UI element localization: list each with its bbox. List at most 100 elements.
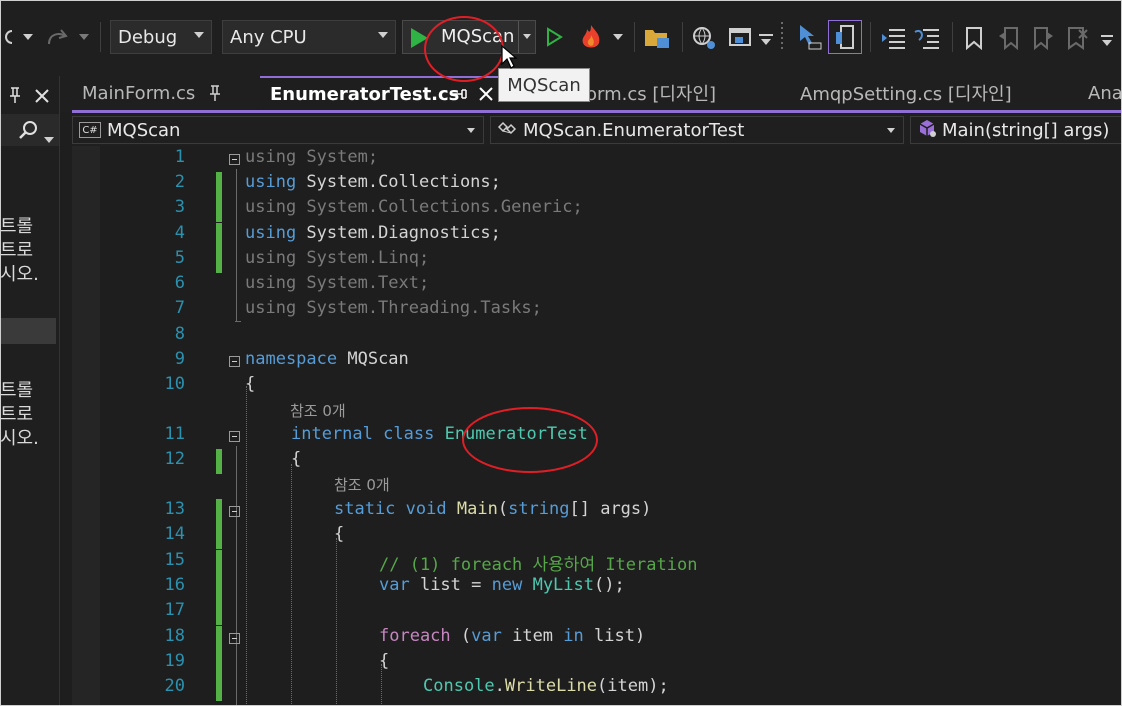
code-line[interactable]: 1 using System; bbox=[72, 147, 1122, 172]
line-number: 8 bbox=[174, 324, 185, 344]
code-line[interactable]: 7 using System.Threading.Tasks; bbox=[72, 298, 1122, 323]
run-dropdown-icon[interactable] bbox=[523, 34, 531, 39]
redo-icon[interactable] bbox=[44, 24, 70, 50]
tab-enumeratortest[interactable]: EnumeratorTest.cs bbox=[260, 76, 500, 110]
pin-icon[interactable] bbox=[8, 86, 22, 109]
code-line[interactable]: 6 using System.Text; bbox=[72, 273, 1122, 298]
window-layout-icon[interactable] bbox=[726, 24, 754, 52]
close-icon[interactable] bbox=[34, 88, 50, 109]
configuration-dropdown[interactable]: Debug bbox=[110, 20, 212, 54]
type-dropdown[interactable]: MQScan.EnumeratorTest bbox=[490, 116, 904, 144]
code-editor[interactable]: 1 using System; 2 using System.Collectio… bbox=[72, 146, 1122, 706]
hot-reload-dropdown-icon[interactable] bbox=[612, 32, 624, 42]
line-number: 13 bbox=[164, 499, 185, 519]
navigation-bar: C# MQScan MQScan.EnumeratorTest Main(str… bbox=[72, 114, 1122, 146]
start-without-debug-icon[interactable] bbox=[544, 26, 564, 48]
reference-count-label[interactable]: 참조 0개 bbox=[290, 400, 346, 421]
member-dropdown[interactable]: Main(string[] args) bbox=[910, 116, 1122, 144]
class-icon bbox=[497, 119, 517, 142]
more-icon[interactable] bbox=[758, 32, 774, 48]
close-icon[interactable] bbox=[478, 86, 494, 107]
browser-link-icon[interactable] bbox=[690, 24, 718, 52]
line-number: 6 bbox=[174, 273, 185, 293]
code-line[interactable]: 12 { bbox=[72, 449, 1122, 474]
project-label: MQScan bbox=[107, 119, 181, 141]
previous-bookmark-icon[interactable] bbox=[996, 24, 1022, 52]
track-element-icon[interactable] bbox=[828, 20, 862, 54]
code-line[interactable]: 13 static void Main(string[] args) bbox=[72, 499, 1122, 524]
code-text: using System.Collections.Generic; bbox=[245, 197, 583, 217]
code-line[interactable]: 11 internal class EnumeratorTest bbox=[72, 424, 1122, 449]
line-number: 1 bbox=[174, 147, 185, 167]
change-marker bbox=[216, 550, 222, 575]
code-line[interactable]: 14 { bbox=[72, 524, 1122, 549]
code-line[interactable]: 9 namespace MQScan bbox=[72, 349, 1122, 374]
tab-label: orm.cs [디자인] bbox=[586, 84, 717, 105]
line-number: 18 bbox=[164, 626, 185, 646]
code-line[interactable]: 19 { bbox=[72, 651, 1122, 676]
undo-dropdown-icon[interactable] bbox=[22, 32, 34, 42]
chevron-down-icon bbox=[378, 32, 388, 38]
line-number: 11 bbox=[164, 424, 185, 444]
toolbox-panel: 트롤 트로 시오. 트롤 트로 시오. bbox=[0, 76, 60, 706]
folder-icon[interactable] bbox=[642, 24, 672, 52]
tab-ana[interactable]: Ana bbox=[1078, 76, 1122, 110]
collapse-icon[interactable] bbox=[229, 633, 240, 644]
bookmark-icon[interactable] bbox=[962, 24, 986, 52]
tab-label: AmqpSetting.cs [디자인] bbox=[800, 84, 1012, 105]
tab-label: EnumeratorTest.cs bbox=[270, 83, 460, 105]
collapse-icon[interactable] bbox=[229, 431, 240, 442]
code-text: { bbox=[245, 374, 256, 394]
code-line[interactable]: 2 using System.Collections; bbox=[72, 172, 1122, 197]
tab-mainform[interactable]: MainForm.cs bbox=[72, 76, 258, 110]
tab-amqpsetting-designer[interactable]: AmqpSetting.cs [디자인] bbox=[790, 76, 1078, 110]
code-text: using System.Collections; bbox=[245, 172, 501, 192]
collapse-icon[interactable] bbox=[229, 154, 240, 165]
pin-icon[interactable] bbox=[208, 84, 222, 107]
toolbar-grip[interactable] bbox=[780, 20, 786, 54]
code-line[interactable]: 20 Console.WriteLine(item); bbox=[72, 676, 1122, 701]
project-dropdown[interactable]: C# MQScan bbox=[72, 116, 484, 144]
panel-text: 트롤 bbox=[0, 380, 34, 401]
line-number: 2 bbox=[174, 172, 185, 192]
line-number: 9 bbox=[174, 349, 185, 369]
line-number: 19 bbox=[164, 651, 185, 671]
code-line[interactable]: 5 using System.Linq; bbox=[72, 248, 1122, 273]
code-text: using System.Threading.Tasks; bbox=[245, 298, 542, 318]
reference-count-label[interactable]: 참조 0개 bbox=[334, 474, 390, 495]
code-line[interactable]: 17 bbox=[72, 600, 1122, 625]
code-line[interactable]: 16 var list = new MyList(); bbox=[72, 575, 1122, 600]
comment-lines-icon[interactable] bbox=[880, 24, 908, 52]
select-element-icon[interactable] bbox=[796, 22, 824, 52]
chevron-down-icon bbox=[467, 128, 475, 133]
panel-selected-row[interactable] bbox=[0, 318, 56, 344]
toolbox-search-bar[interactable] bbox=[0, 114, 59, 146]
active-tab-underline bbox=[72, 110, 1122, 113]
collapse-icon[interactable] bbox=[229, 356, 240, 367]
clear-bookmarks-icon[interactable] bbox=[1064, 24, 1090, 52]
line-number: 7 bbox=[174, 298, 185, 318]
pin-icon[interactable] bbox=[450, 86, 468, 107]
code-text: { bbox=[379, 651, 390, 671]
next-bookmark-icon[interactable] bbox=[1030, 24, 1056, 52]
toolbar-overflow-icon[interactable] bbox=[1100, 34, 1114, 48]
tab-form-designer[interactable]: orm.cs [디자인] bbox=[584, 76, 788, 110]
platform-dropdown[interactable]: Any CPU bbox=[222, 20, 396, 54]
code-line[interactable]: 18 foreach (var item in list) bbox=[72, 626, 1122, 651]
collapse-icon[interactable] bbox=[229, 506, 240, 517]
redo-dropdown-icon[interactable] bbox=[78, 32, 90, 42]
undo-icon[interactable] bbox=[0, 26, 14, 48]
code-line[interactable]: 15 // (1) foreach 사용하여 Iteration bbox=[72, 550, 1122, 575]
chevron-down-icon bbox=[887, 128, 895, 133]
hot-reload-icon[interactable] bbox=[576, 22, 606, 52]
code-line[interactable]: 3 using System.Collections.Generic; bbox=[72, 197, 1122, 222]
method-icon bbox=[917, 118, 937, 143]
search-icon bbox=[18, 120, 38, 145]
code-line[interactable]: 10 { bbox=[72, 374, 1122, 399]
code-line[interactable]: 4 using System.Diagnostics; bbox=[72, 223, 1122, 248]
member-label: Main(string[] args) bbox=[942, 119, 1110, 141]
code-text: Console.WriteLine(item); bbox=[423, 676, 669, 696]
code-line[interactable]: 8 bbox=[72, 324, 1122, 349]
code-text: internal class EnumeratorTest bbox=[291, 424, 588, 444]
uncomment-lines-icon[interactable] bbox=[912, 24, 942, 52]
